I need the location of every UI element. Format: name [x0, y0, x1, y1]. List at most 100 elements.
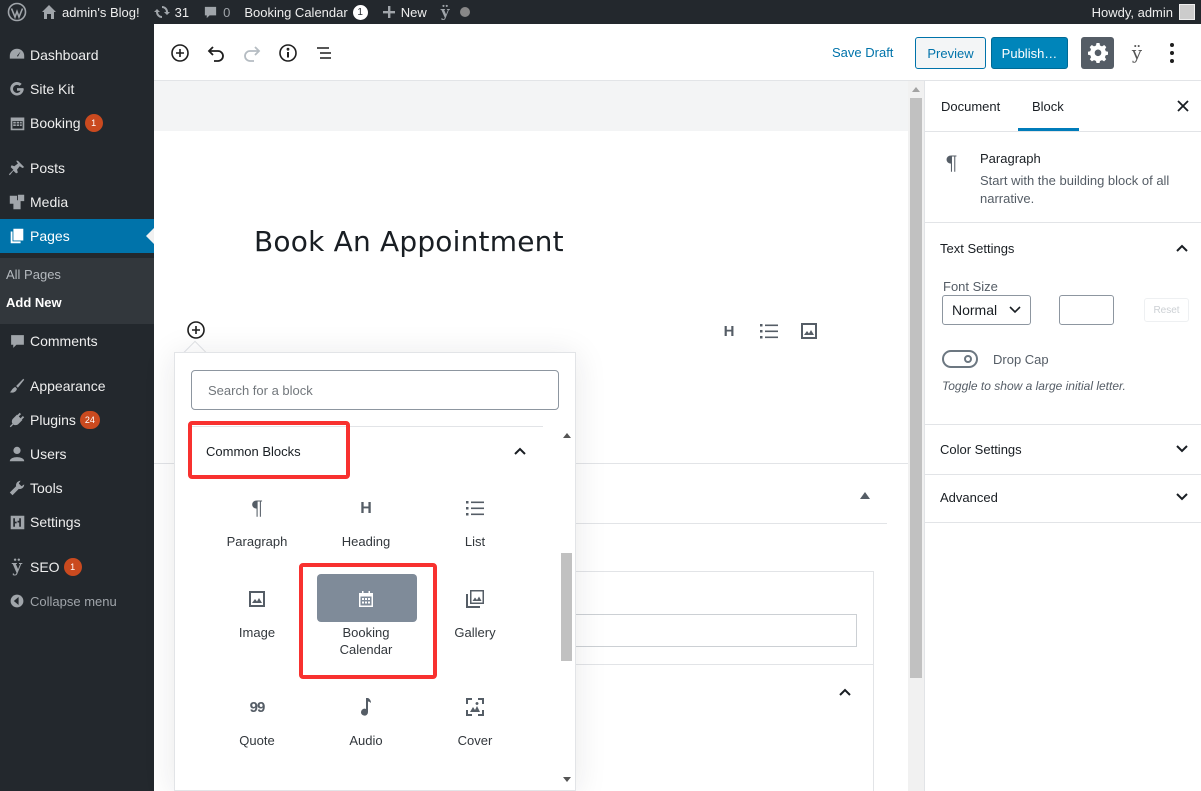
inserter-scrollbar[interactable] — [560, 428, 574, 788]
close-icon — [1175, 98, 1191, 114]
canvas-top-band — [154, 81, 908, 131]
preview-button[interactable]: Preview — [915, 37, 986, 69]
menu-item-comments[interactable]: Comments — [0, 324, 154, 358]
chevron-up-icon[interactable] — [513, 444, 527, 458]
chevron-up-icon[interactable] — [838, 687, 852, 697]
updates-menu[interactable]: 31 — [147, 0, 196, 24]
site-name-menu[interactable]: admin's Blog! — [34, 0, 147, 24]
more-options-button[interactable] — [1167, 41, 1177, 65]
advanced-panel-toggle[interactable]: Advanced — [940, 490, 998, 505]
pages-icon — [0, 227, 30, 245]
menu-item-booking[interactable]: Booking 1 — [0, 106, 154, 140]
menu-item-site-kit[interactable]: Site Kit — [0, 72, 154, 106]
sidebar-divider — [925, 522, 1201, 523]
post-title[interactable]: Book An Appointment — [254, 225, 564, 258]
chevron-up-icon[interactable] — [1175, 241, 1189, 255]
info-button[interactable] — [277, 42, 299, 64]
menu-item-posts[interactable]: Posts — [0, 151, 154, 185]
add-block-button[interactable] — [169, 42, 191, 64]
block-item-label: List — [464, 534, 486, 549]
block-item-quote[interactable]: 99 Quote — [207, 695, 307, 749]
list-icon — [759, 322, 779, 340]
menu-label: Dashboard — [30, 47, 99, 63]
scrollbar-thumb[interactable] — [561, 553, 572, 661]
redo-button[interactable] — [241, 42, 263, 64]
menu-item-users[interactable]: Users — [0, 437, 154, 471]
dashboard-icon — [0, 46, 30, 64]
chevron-down-icon[interactable] — [1175, 442, 1189, 456]
publish-button[interactable]: Publish… — [991, 37, 1068, 69]
sidebar-divider — [925, 222, 1201, 223]
menu-item-seo[interactable]: ÿ SEO 1 — [0, 550, 154, 584]
block-navigation-button[interactable] — [313, 42, 335, 64]
howdy-greeting[interactable]: Howdy, admin — [1092, 5, 1173, 20]
seo-badge: 1 — [63, 558, 82, 576]
quick-image-button[interactable] — [799, 321, 819, 341]
block-item-label: Paragraph — [226, 534, 288, 549]
meta-box-input[interactable] — [574, 614, 857, 647]
drop-cap-help: Toggle to show a large initial letter. — [942, 379, 1126, 393]
image-icon — [800, 322, 818, 340]
chevron-down-icon[interactable] — [1175, 490, 1189, 504]
drop-cap-toggle[interactable] — [942, 350, 978, 368]
color-settings-panel-toggle[interactable]: Color Settings — [940, 442, 1022, 457]
scroll-up-arrow-icon[interactable] — [563, 433, 571, 438]
undo-button[interactable] — [205, 42, 227, 64]
canvas-scrollbar[interactable] — [908, 81, 924, 791]
menu-item-plugins[interactable]: Plugins 24 — [0, 403, 154, 437]
tab-document[interactable]: Document — [941, 81, 1000, 131]
meta-panel-collapse-icon[interactable] — [860, 492, 870, 499]
inline-inserter-button[interactable] — [186, 320, 206, 340]
yoast-menu[interactable]: ÿ — [434, 0, 478, 24]
block-item-audio[interactable]: Audio — [316, 695, 416, 749]
block-item-heading[interactable]: H Heading — [316, 496, 416, 550]
menu-item-media[interactable]: Media — [0, 185, 154, 219]
menu-label: Comments — [30, 333, 98, 349]
tab-block[interactable]: Block — [1032, 81, 1064, 131]
menu-item-settings[interactable]: Settings — [0, 505, 154, 539]
menu-item-appearance[interactable]: Appearance — [0, 369, 154, 403]
submenu-add-new[interactable]: Add New — [6, 295, 62, 310]
collapse-menu-button[interactable]: Collapse menu — [0, 584, 154, 618]
menu-item-dashboard[interactable]: Dashboard — [0, 38, 154, 72]
block-item-label: Cover — [457, 733, 493, 748]
settings-toggle-button[interactable] — [1081, 37, 1114, 69]
undo-icon — [206, 43, 226, 63]
updates-icon — [153, 4, 170, 20]
dot — [1170, 43, 1174, 47]
scrollbar-thumb[interactable] — [910, 98, 922, 678]
block-item-list[interactable]: List — [425, 496, 525, 550]
plug-icon — [0, 411, 30, 429]
meta-box — [572, 571, 874, 791]
booking-calendar-menu[interactable]: Booking Calendar 1 — [237, 0, 374, 24]
comment-icon — [0, 333, 30, 350]
block-item-label: Heading — [341, 534, 391, 549]
collapse-arrow-icon — [0, 593, 30, 609]
custom-font-size-input[interactable] — [1059, 295, 1114, 325]
close-sidebar-button[interactable] — [1175, 98, 1191, 114]
block-item-gallery[interactable]: Gallery — [425, 587, 525, 641]
block-search-input[interactable] — [191, 370, 559, 410]
yoast-sidebar-button[interactable]: ÿ — [1126, 41, 1148, 65]
yoast-icon: ÿ — [1131, 42, 1143, 64]
text-settings-panel-toggle[interactable]: Text Settings — [940, 241, 1014, 256]
quick-heading-button[interactable]: H — [719, 321, 739, 341]
menu-item-tools[interactable]: Tools — [0, 471, 154, 505]
block-item-paragraph[interactable]: ¶ Paragraph — [207, 496, 307, 550]
scroll-up-arrow-icon[interactable] — [912, 87, 920, 92]
menu-item-pages[interactable]: Pages — [0, 219, 154, 253]
block-item-image[interactable]: Image — [207, 587, 307, 641]
quick-list-button[interactable] — [759, 321, 779, 341]
wp-logo-menu[interactable] — [0, 0, 34, 24]
new-content-menu[interactable]: New — [375, 0, 434, 24]
reset-font-size-button[interactable]: Reset — [1144, 298, 1189, 322]
block-item-cover[interactable]: Cover — [425, 695, 525, 749]
list-outline-icon — [314, 43, 334, 63]
scroll-down-arrow-icon[interactable] — [563, 777, 571, 782]
avatar[interactable] — [1179, 4, 1195, 20]
comments-menu[interactable]: 0 — [196, 0, 237, 24]
submenu-all-pages[interactable]: All Pages — [6, 267, 61, 282]
save-draft-button[interactable]: Save Draft — [832, 45, 893, 60]
font-size-select[interactable]: Normal — [942, 295, 1031, 325]
comments-count: 0 — [223, 4, 231, 20]
